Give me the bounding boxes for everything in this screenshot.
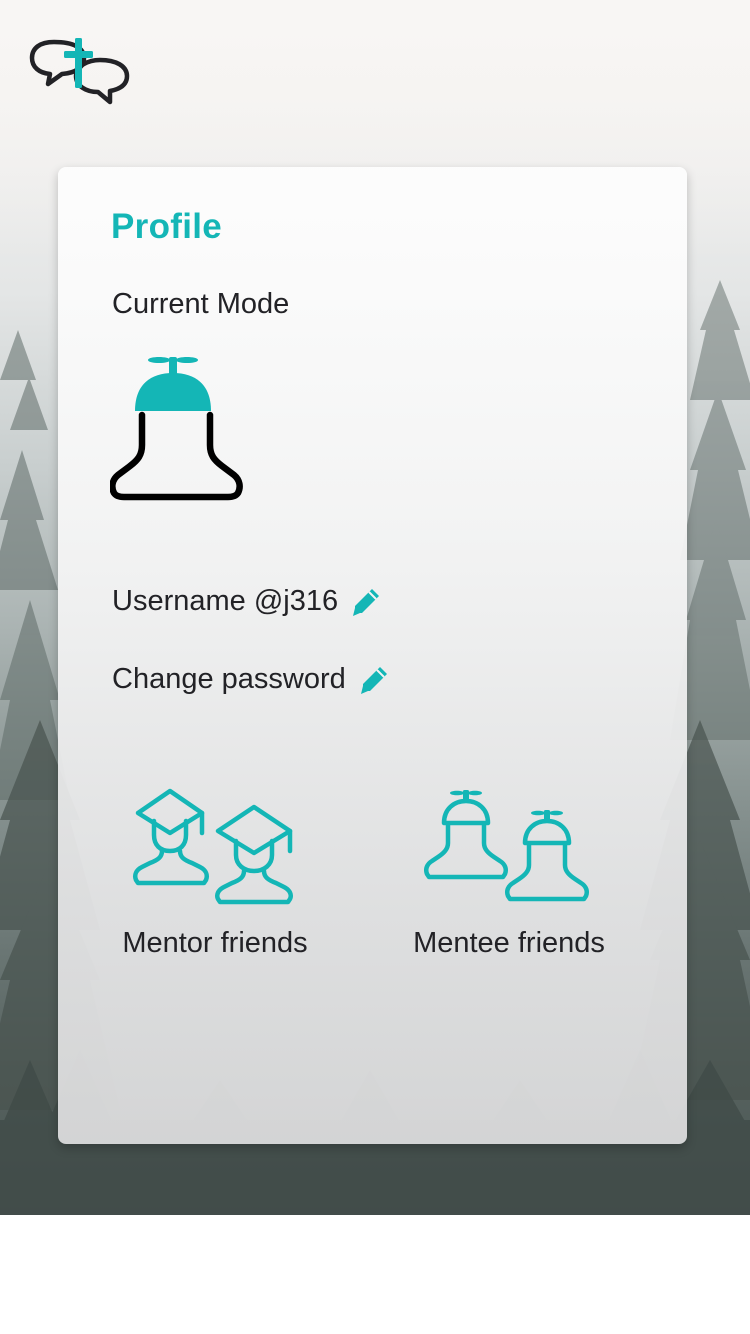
change-password-row[interactable]: Change password — [112, 663, 390, 696]
username-row[interactable]: Username @j316 — [112, 585, 382, 618]
profile-screen: Profile Current Mode Username @j316 Chan… — [0, 0, 750, 1334]
mentee-friends-label: Mentee friends — [413, 927, 605, 959]
mentee-propeller-cap-group-icon — [424, 790, 590, 902]
profile-card: Profile Current Mode Username @j316 Chan… — [58, 167, 687, 1144]
mentee-propeller-cap-avatar-icon — [109, 357, 243, 501]
mentee-friends-button[interactable]: Mentee friends — [403, 787, 615, 960]
bottom-blank-area — [0, 1215, 750, 1334]
mentor-graduation-cap-group-icon — [133, 788, 293, 905]
mentor-friends-button[interactable]: Mentor friends — [110, 787, 320, 960]
pencil-icon[interactable] — [350, 586, 382, 618]
mentor-friends-label: Mentor friends — [122, 927, 308, 959]
chat-bubbles-cross-icon — [29, 38, 130, 105]
pencil-icon[interactable] — [358, 664, 390, 696]
current-mode-label: Current Mode — [112, 288, 290, 320]
change-password-label: Change password — [112, 663, 346, 695]
username-label: Username @j316 — [112, 585, 339, 617]
page-title: Profile — [111, 207, 223, 246]
current-mode-avatar — [109, 353, 244, 513]
app-logo[interactable] — [28, 36, 132, 108]
